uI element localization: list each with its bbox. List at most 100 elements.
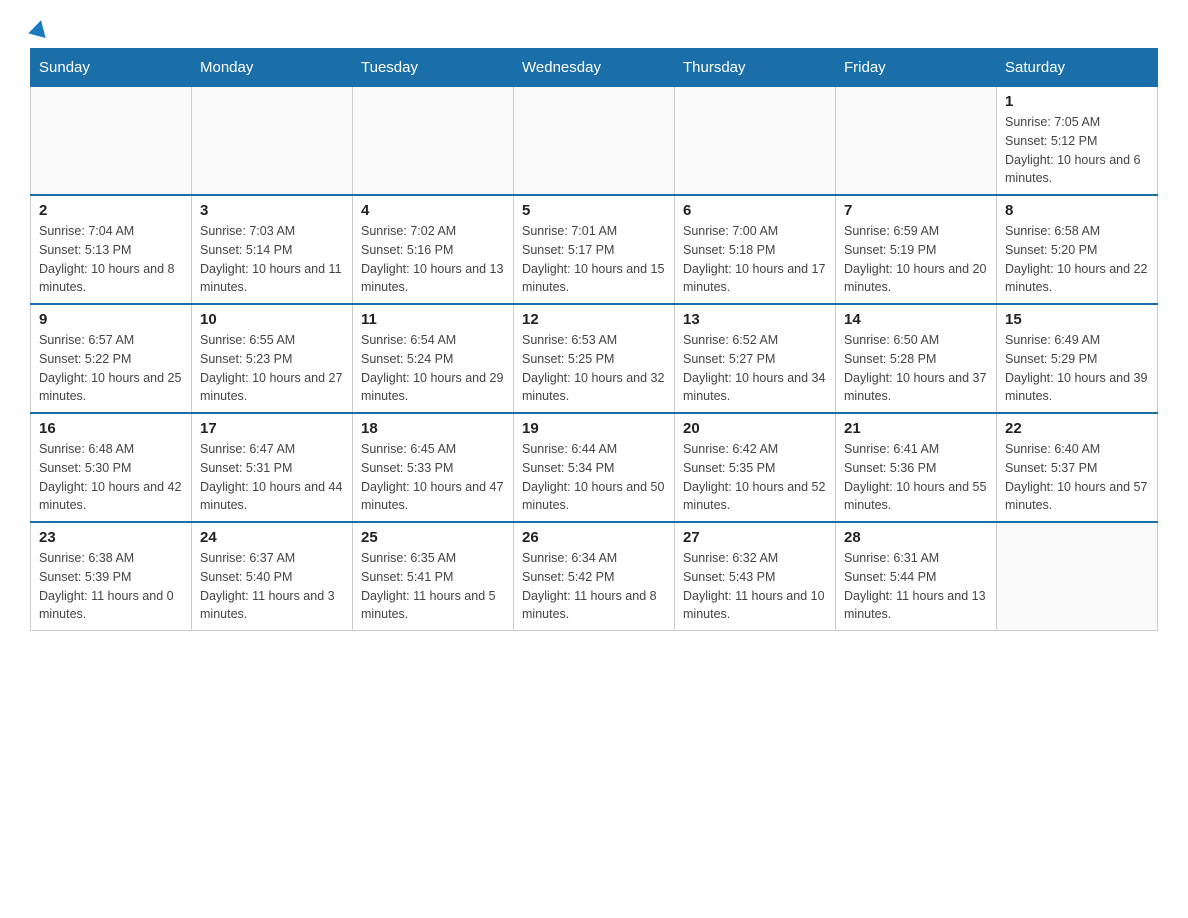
day-number: 25 bbox=[361, 529, 505, 546]
table-row: 24 Sunrise: 6:37 AMSunset: 5:40 PMDayligh… bbox=[192, 522, 353, 631]
day-info: Sunrise: 6:45 AMSunset: 5:33 PMDaylight:… bbox=[361, 440, 505, 515]
day-info: Sunrise: 6:49 AMSunset: 5:29 PMDaylight:… bbox=[1005, 331, 1149, 406]
day-info: Sunrise: 6:35 AMSunset: 5:41 PMDaylight:… bbox=[361, 549, 505, 624]
day-number: 6 bbox=[683, 202, 827, 219]
day-info: Sunrise: 6:53 AMSunset: 5:25 PMDaylight:… bbox=[522, 331, 666, 406]
logo-blue-line bbox=[30, 20, 51, 38]
table-row: 1 Sunrise: 7:05 AMSunset: 5:12 PMDaylight… bbox=[997, 87, 1158, 196]
table-row bbox=[997, 522, 1158, 631]
header-saturday: Saturday bbox=[997, 49, 1158, 87]
table-row: 23 Sunrise: 6:38 AMSunset: 5:39 PMDayligh… bbox=[31, 522, 192, 631]
table-row: 22 Sunrise: 6:40 AMSunset: 5:37 PMDayligh… bbox=[997, 413, 1158, 522]
day-number: 22 bbox=[1005, 420, 1149, 437]
table-row: 5Sunrise: 7:01 AMSunset: 5:17 PMDaylight… bbox=[514, 195, 675, 304]
table-row: 9 Sunrise: 6:57 AMSunset: 5:22 PMDaylight… bbox=[31, 304, 192, 413]
day-info: Sunrise: 6:32 AMSunset: 5:43 PMDaylight:… bbox=[683, 549, 827, 624]
week-row-1: 1 Sunrise: 7:05 AMSunset: 5:12 PMDaylight… bbox=[31, 87, 1158, 196]
header-sunday: Sunday bbox=[31, 49, 192, 87]
day-info: Sunrise: 6:57 AMSunset: 5:22 PMDaylight:… bbox=[39, 331, 183, 406]
header-thursday: Thursday bbox=[675, 49, 836, 87]
table-row: 15 Sunrise: 6:49 AMSunset: 5:29 PMDayligh… bbox=[997, 304, 1158, 413]
day-info: Sunrise: 7:05 AMSunset: 5:12 PMDaylight:… bbox=[1005, 113, 1149, 188]
header-monday: Monday bbox=[192, 49, 353, 87]
table-row: 13 Sunrise: 6:52 AMSunset: 5:27 PMDayligh… bbox=[675, 304, 836, 413]
header-wednesday: Wednesday bbox=[514, 49, 675, 87]
day-info: Sunrise: 6:48 AMSunset: 5:30 PMDaylight:… bbox=[39, 440, 183, 515]
day-info: Sunrise: 6:42 AMSunset: 5:35 PMDaylight:… bbox=[683, 440, 827, 515]
day-number: 26 bbox=[522, 529, 666, 546]
day-number: 18 bbox=[361, 420, 505, 437]
day-number: 3 bbox=[200, 202, 344, 219]
table-row: 8 Sunrise: 6:58 AMSunset: 5:20 PMDaylight… bbox=[997, 195, 1158, 304]
day-number: 19 bbox=[522, 420, 666, 437]
day-number: 9 bbox=[39, 311, 183, 328]
day-info: Sunrise: 6:55 AMSunset: 5:23 PMDaylight:… bbox=[200, 331, 344, 406]
day-number: 20 bbox=[683, 420, 827, 437]
day-info: Sunrise: 6:54 AMSunset: 5:24 PMDaylight:… bbox=[361, 331, 505, 406]
day-number: 11 bbox=[361, 311, 505, 328]
week-row-5: 23 Sunrise: 6:38 AMSunset: 5:39 PMDayligh… bbox=[31, 522, 1158, 631]
table-row bbox=[675, 87, 836, 196]
day-number: 24 bbox=[200, 529, 344, 546]
day-number: 21 bbox=[844, 420, 988, 437]
table-row: 20 Sunrise: 6:42 AMSunset: 5:35 PMDayligh… bbox=[675, 413, 836, 522]
header-friday: Friday bbox=[836, 49, 997, 87]
table-row: 3 Sunrise: 7:03 AMSunset: 5:14 PMDaylight… bbox=[192, 195, 353, 304]
day-number: 8 bbox=[1005, 202, 1149, 219]
page-header bbox=[30, 20, 1158, 38]
day-info: Sunrise: 6:31 AMSunset: 5:44 PMDaylight:… bbox=[844, 549, 988, 624]
day-info: Sunrise: 6:50 AMSunset: 5:28 PMDaylight:… bbox=[844, 331, 988, 406]
table-row bbox=[31, 87, 192, 196]
day-number: 17 bbox=[200, 420, 344, 437]
day-number: 10 bbox=[200, 311, 344, 328]
week-row-4: 16 Sunrise: 6:48 AMSunset: 5:30 PMDayligh… bbox=[31, 413, 1158, 522]
logo bbox=[30, 20, 51, 38]
table-row: 21 Sunrise: 6:41 AMSunset: 5:36 PMDayligh… bbox=[836, 413, 997, 522]
table-row: 17Sunrise: 6:47 AMSunset: 5:31 PMDayligh… bbox=[192, 413, 353, 522]
table-row: 16 Sunrise: 6:48 AMSunset: 5:30 PMDayligh… bbox=[31, 413, 192, 522]
day-info: Sunrise: 6:40 AMSunset: 5:37 PMDaylight:… bbox=[1005, 440, 1149, 515]
day-info: Sunrise: 6:38 AMSunset: 5:39 PMDaylight:… bbox=[39, 549, 183, 624]
table-row: 4 Sunrise: 7:02 AMSunset: 5:16 PMDaylight… bbox=[353, 195, 514, 304]
day-info: Sunrise: 7:00 AMSunset: 5:18 PMDaylight:… bbox=[683, 222, 827, 297]
day-number: 4 bbox=[361, 202, 505, 219]
day-info: Sunrise: 6:34 AMSunset: 5:42 PMDaylight:… bbox=[522, 549, 666, 624]
week-row-3: 9 Sunrise: 6:57 AMSunset: 5:22 PMDaylight… bbox=[31, 304, 1158, 413]
table-row bbox=[192, 87, 353, 196]
day-number: 28 bbox=[844, 529, 988, 546]
day-number: 27 bbox=[683, 529, 827, 546]
table-row bbox=[836, 87, 997, 196]
table-row: 27 Sunrise: 6:32 AMSunset: 5:43 PMDayligh… bbox=[675, 522, 836, 631]
table-row: 10 Sunrise: 6:55 AMSunset: 5:23 PMDayligh… bbox=[192, 304, 353, 413]
day-number: 15 bbox=[1005, 311, 1149, 328]
calendar-table: SundayMondayTuesdayWednesdayThursdayFrid… bbox=[30, 48, 1158, 631]
table-row: 28 Sunrise: 6:31 AMSunset: 5:44 PMDayligh… bbox=[836, 522, 997, 631]
table-row: 18 Sunrise: 6:45 AMSunset: 5:33 PMDayligh… bbox=[353, 413, 514, 522]
day-info: Sunrise: 7:03 AMSunset: 5:14 PMDaylight:… bbox=[200, 222, 344, 297]
day-info: Sunrise: 7:02 AMSunset: 5:16 PMDaylight:… bbox=[361, 222, 505, 297]
day-number: 5 bbox=[522, 202, 666, 219]
day-number: 14 bbox=[844, 311, 988, 328]
day-info: Sunrise: 6:37 AMSunset: 5:40 PMDaylight:… bbox=[200, 549, 344, 624]
week-row-2: 2 Sunrise: 7:04 AMSunset: 5:13 PMDaylight… bbox=[31, 195, 1158, 304]
table-row: 11 Sunrise: 6:54 AMSunset: 5:24 PMDayligh… bbox=[353, 304, 514, 413]
day-number: 13 bbox=[683, 311, 827, 328]
day-info: Sunrise: 6:59 AMSunset: 5:19 PMDaylight:… bbox=[844, 222, 988, 297]
day-info: Sunrise: 6:44 AMSunset: 5:34 PMDaylight:… bbox=[522, 440, 666, 515]
table-row: 7 Sunrise: 6:59 AMSunset: 5:19 PMDaylight… bbox=[836, 195, 997, 304]
table-row bbox=[514, 87, 675, 196]
table-row: 6 Sunrise: 7:00 AMSunset: 5:18 PMDaylight… bbox=[675, 195, 836, 304]
day-info: Sunrise: 6:58 AMSunset: 5:20 PMDaylight:… bbox=[1005, 222, 1149, 297]
day-number: 23 bbox=[39, 529, 183, 546]
day-info: Sunrise: 6:52 AMSunset: 5:27 PMDaylight:… bbox=[683, 331, 827, 406]
day-info: Sunrise: 6:41 AMSunset: 5:36 PMDaylight:… bbox=[844, 440, 988, 515]
header-tuesday: Tuesday bbox=[353, 49, 514, 87]
day-number: 7 bbox=[844, 202, 988, 219]
day-info: Sunrise: 7:04 AMSunset: 5:13 PMDaylight:… bbox=[39, 222, 183, 297]
table-row: 25 Sunrise: 6:35 AMSunset: 5:41 PMDayligh… bbox=[353, 522, 514, 631]
calendar-header-row: SundayMondayTuesdayWednesdayThursdayFrid… bbox=[31, 49, 1158, 87]
logo-triangle-icon bbox=[28, 18, 50, 38]
day-number: 1 bbox=[1005, 93, 1149, 110]
day-number: 16 bbox=[39, 420, 183, 437]
day-number: 2 bbox=[39, 202, 183, 219]
